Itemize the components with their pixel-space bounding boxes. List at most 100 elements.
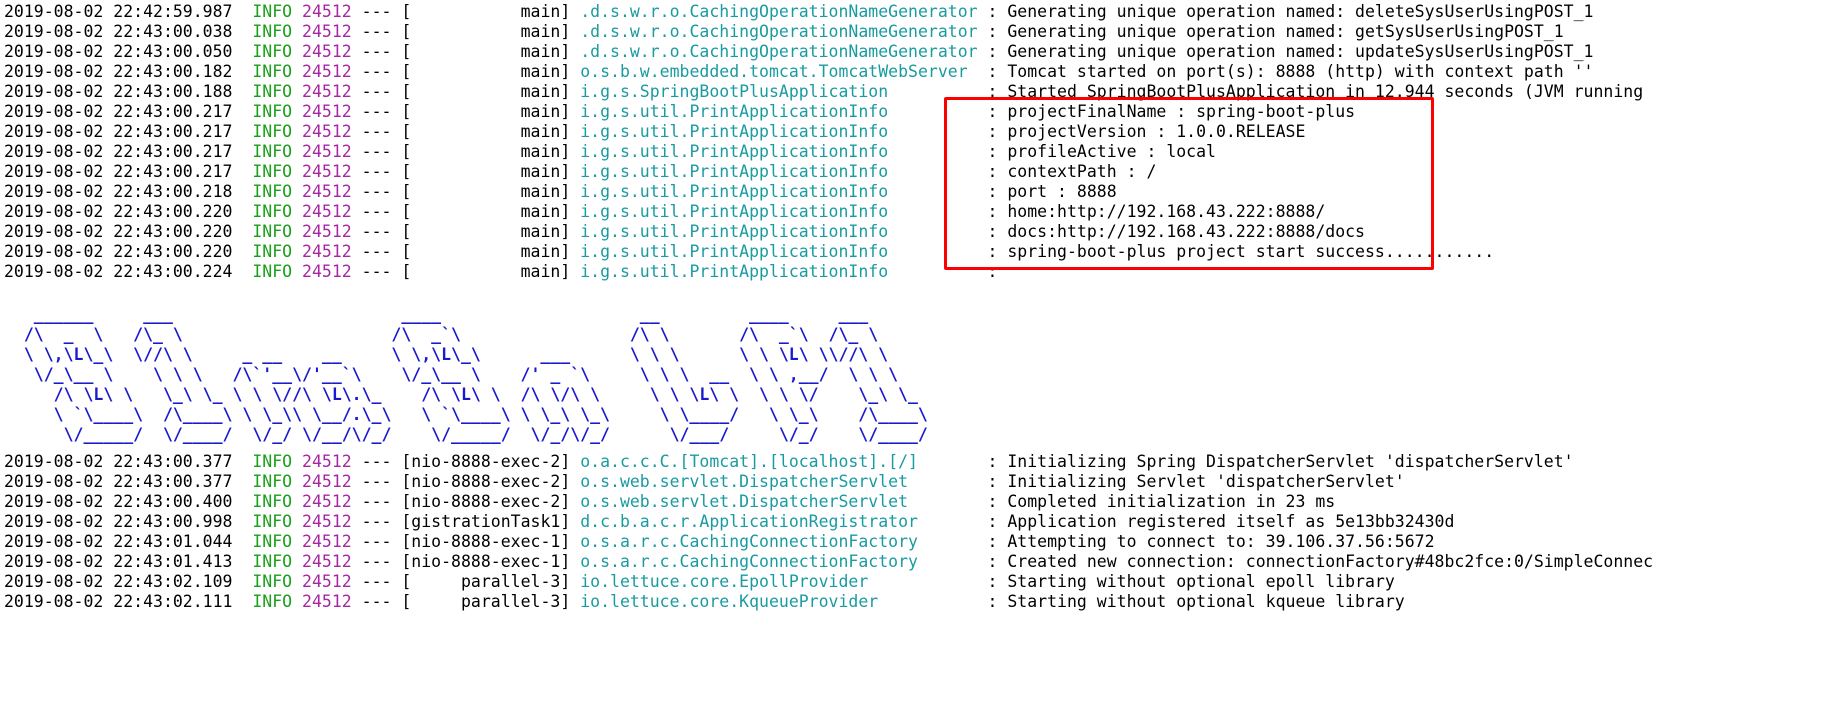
log-separator: : [987,182,1008,201]
log-dashes: --- [351,122,402,141]
log-dashes: --- [351,162,402,181]
log-message: Starting without optional epoll library [1007,572,1395,591]
log-space [292,592,302,611]
log-line: 2019-08-02 22:43:02.111 INFO 24512 --- [… [0,592,1824,612]
log-level: INFO [242,162,293,181]
log-timestamp: 2019-08-02 22:43:00.217 [4,162,243,181]
log-dashes: --- [351,142,402,161]
log-line: 2019-08-02 22:43:00.224 INFO 24512 --- [… [0,262,1824,282]
log-dashes: --- [351,262,402,281]
log-pid: 24512 [302,572,352,591]
log-separator: : [987,102,1008,121]
log-message: Generating unique operation named: getSy… [1007,22,1564,41]
log-timestamp: 2019-08-02 22:43:00.998 [4,512,243,531]
log-separator: : [987,472,1008,491]
log-separator: : [987,142,1008,161]
log-separator: : [987,62,1008,81]
log-logger: o.s.b.w.embedded.tomcat.TomcatWebServer [580,62,988,81]
log-space [292,122,302,141]
log-dashes: --- [351,472,402,491]
log-pid: 24512 [302,472,352,491]
log-level: INFO [242,592,293,611]
log-line: 2019-08-02 22:43:00.217 INFO 24512 --- [… [0,122,1824,142]
log-space [292,552,302,571]
log-level: INFO [242,572,293,591]
log-space [570,552,580,571]
log-line: 2019-08-02 22:43:00.217 INFO 24512 --- [… [0,162,1824,182]
log-thread: [ main] [401,182,571,201]
log-line: 2019-08-02 22:43:00.377 INFO 24512 --- [… [0,472,1824,492]
log-dashes: --- [351,242,402,261]
log-logger: o.s.a.r.c.CachingConnectionFactory [580,532,988,551]
log-thread: [ parallel-3] [401,592,571,611]
log-timestamp: 2019-08-02 22:43:00.377 [4,452,243,471]
log-thread: [ main] [401,122,571,141]
log-level: INFO [242,222,293,241]
log-line: 2019-08-02 22:43:00.400 INFO 24512 --- [… [0,492,1824,512]
log-dashes: --- [351,592,402,611]
log-line: 2019-08-02 22:43:00.377 INFO 24512 --- [… [0,452,1824,472]
log-timestamp: 2019-08-02 22:43:00.220 [4,202,243,221]
log-pid: 24512 [302,262,352,281]
log-space [570,82,580,101]
log-dashes: --- [351,202,402,221]
log-space [570,242,580,261]
log-line: 2019-08-02 22:43:00.182 INFO 24512 --- [… [0,62,1824,82]
log-space [570,102,580,121]
log-thread: [ main] [401,62,571,81]
log-pid: 24512 [302,2,352,21]
log-timestamp: 2019-08-02 22:43:00.188 [4,82,243,101]
log-space [292,222,302,241]
log-pid: 24512 [302,22,352,41]
log-separator: : [987,222,1008,241]
log-pid: 24512 [302,592,352,611]
log-dashes: --- [351,2,402,21]
log-message: Starting without optional kqueue library [1007,592,1405,611]
log-separator: : [987,2,1008,21]
log-message: Attempting to connect to: 39.106.37.56:5… [1007,532,1435,551]
log-logger: .d.s.w.r.o.CachingOperationNameGenerator [580,2,988,21]
log-space [292,262,302,281]
log-dashes: --- [351,452,402,471]
log-separator: : [987,262,1008,281]
log-dashes: --- [351,102,402,121]
log-space [570,262,580,281]
log-thread: [ main] [401,242,571,261]
log-logger: i.g.s.util.PrintApplicationInfo [580,142,988,161]
log-pid: 24512 [302,102,352,121]
log-pid: 24512 [302,162,352,181]
log-space [292,182,302,201]
log-timestamp: 2019-08-02 22:43:00.038 [4,22,243,41]
log-message: profileActive : local [1007,142,1216,161]
log-message: projectVersion : 1.0.0.RELEASE [1007,122,1306,141]
log-line: 2019-08-02 22:43:01.044 INFO 24512 --- [… [0,532,1824,552]
log-space [292,22,302,41]
log-logger: d.c.b.a.c.r.ApplicationRegistrator [580,512,988,531]
log-thread: [ main] [401,82,571,101]
log-timestamp: 2019-08-02 22:43:00.217 [4,142,243,161]
log-timestamp: 2019-08-02 22:43:00.050 [4,42,243,61]
log-line: 2019-08-02 22:43:00.220 INFO 24512 --- [… [0,222,1824,242]
log-separator: : [987,82,1008,101]
log-logger: i.g.s.util.PrintApplicationInfo [580,162,988,181]
log-pid: 24512 [302,202,352,221]
log-message: Generating unique operation named: updat… [1007,42,1594,61]
log-level: INFO [242,472,293,491]
log-thread: [ main] [401,222,571,241]
log-line: 2019-08-02 22:43:00.217 INFO 24512 --- [… [0,102,1824,122]
log-timestamp: 2019-08-02 22:43:01.413 [4,552,243,571]
log-dashes: --- [351,572,402,591]
log-separator: : [987,162,1008,181]
log-message: Initializing Servlet 'dispatcherServlet' [1007,472,1405,491]
log-logger: i.g.s.util.PrintApplicationInfo [580,122,988,141]
log-message: docs:http://192.168.43.222:8888/docs [1007,222,1365,241]
log-thread: [nio-8888-exec-2] [401,452,571,471]
log-space [292,532,302,551]
log-line: 2019-08-02 22:42:59.987 INFO 24512 --- [… [0,2,1824,22]
log-space [570,492,580,511]
log-space [570,162,580,181]
log-pid: 24512 [302,222,352,241]
log-space [292,162,302,181]
log-timestamp: 2019-08-02 22:43:00.220 [4,242,243,261]
log-logger: i.g.s.util.PrintApplicationInfo [580,202,988,221]
